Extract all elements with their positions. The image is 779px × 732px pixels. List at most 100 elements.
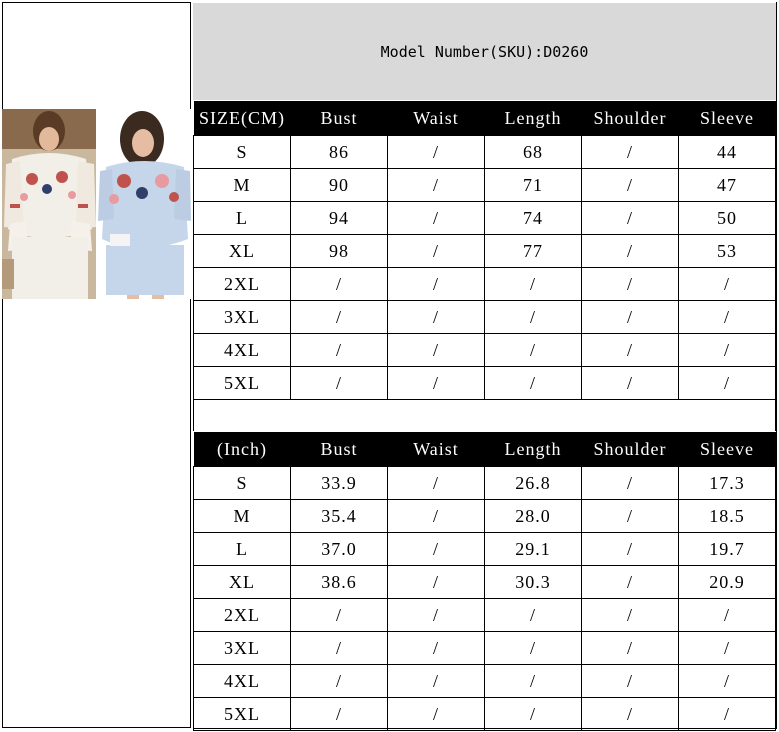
cell-shoulder: /	[581, 267, 679, 301]
cell-size: M	[193, 168, 291, 202]
cell-length: 77	[484, 234, 582, 268]
cell-waist: /	[387, 532, 485, 566]
cell-bust: 37.0	[290, 532, 388, 566]
cell-waist: /	[387, 598, 485, 632]
model-photo-blue-dress	[97, 109, 191, 299]
cell-waist: /	[387, 300, 485, 334]
cell-length: /	[484, 697, 582, 731]
size-table-inch: (Inch) Bust Waist Length Shoulder Sleeve…	[193, 432, 776, 731]
table-row: M 90/71/47	[193, 168, 776, 202]
cell-length: 68	[484, 135, 582, 169]
cell-size: 4XL	[193, 664, 291, 698]
cell-bust: 33.9	[290, 466, 388, 500]
model-photos	[2, 109, 191, 299]
table-row: 4XL / / / / /	[193, 333, 776, 367]
cell-size: 2XL	[193, 267, 291, 301]
cell-waist: /	[387, 664, 485, 698]
cell-shoulder: /	[581, 466, 679, 500]
cell-length: 74	[484, 201, 582, 235]
cell-size: XL	[193, 565, 291, 599]
cell-waist: /	[387, 499, 485, 533]
table-row: 5XL / / / / /	[193, 366, 776, 400]
cell-bust: /	[290, 697, 388, 731]
cell-waist: /	[387, 466, 485, 500]
table-header-row: (Inch) Bust Waist Length Shoulder Sleeve	[193, 432, 776, 467]
cell-shoulder: /	[581, 333, 679, 367]
cell-sleeve: 47	[678, 168, 776, 202]
cell-shoulder: /	[581, 532, 679, 566]
table-header-row: SIZE(CM) Bust Waist Length Shoulder Slee…	[193, 101, 776, 136]
cell-size: 5XL	[193, 366, 291, 400]
cell-sleeve: 19.7	[678, 532, 776, 566]
cell-size: 3XL	[193, 631, 291, 665]
column-header-shoulder: Shoulder	[581, 101, 679, 136]
table-row: 2XL / / / / /	[193, 267, 776, 301]
cell-sleeve: /	[678, 697, 776, 731]
table-row: 3XL / / / / /	[193, 631, 776, 665]
cell-sleeve: /	[678, 333, 776, 367]
table-row: XL 98/77/53	[193, 234, 776, 268]
cell-shoulder: /	[581, 201, 679, 235]
column-header-sleeve: Sleeve	[678, 432, 776, 467]
column-header-waist: Waist	[387, 432, 485, 467]
cell-waist: /	[387, 366, 485, 400]
cell-size: 4XL	[193, 333, 291, 367]
cell-waist: /	[387, 333, 485, 367]
cell-bust: 94	[290, 201, 388, 235]
cell-shoulder: /	[581, 234, 679, 268]
cell-sleeve: 20.9	[678, 565, 776, 599]
cell-waist: /	[387, 631, 485, 665]
cell-size: 3XL	[193, 300, 291, 334]
cell-waist: /	[387, 135, 485, 169]
model-photo-white-dress	[2, 109, 96, 299]
table-row: XL 38.6/30.3/20.9	[193, 565, 776, 599]
cell-shoulder: /	[581, 168, 679, 202]
cell-length: /	[484, 300, 582, 334]
cell-sleeve: 17.3	[678, 466, 776, 500]
column-header-size: (Inch)	[193, 432, 291, 467]
column-header-shoulder: Shoulder	[581, 432, 679, 467]
cell-length: 71	[484, 168, 582, 202]
cell-bust: /	[290, 631, 388, 665]
cell-sleeve: /	[678, 631, 776, 665]
cell-length: /	[484, 664, 582, 698]
cell-length: 26.8	[484, 466, 582, 500]
table-row: 3XL / / / / /	[193, 300, 776, 334]
cell-shoulder: /	[581, 598, 679, 632]
cell-bust: /	[290, 664, 388, 698]
cell-length: /	[484, 366, 582, 400]
cell-shoulder: /	[581, 499, 679, 533]
cell-shoulder: /	[581, 697, 679, 731]
cell-size: 5XL	[193, 697, 291, 731]
cell-size: M	[193, 499, 291, 533]
cell-length: /	[484, 598, 582, 632]
cell-length: /	[484, 333, 582, 367]
cell-shoulder: /	[581, 300, 679, 334]
cell-length: 30.3	[484, 565, 582, 599]
cell-bust: /	[290, 366, 388, 400]
cell-waist: /	[387, 267, 485, 301]
cell-waist: /	[387, 565, 485, 599]
cell-bust: /	[290, 598, 388, 632]
cell-waist: /	[387, 201, 485, 235]
cell-size: S	[193, 135, 291, 169]
cell-sleeve: 53	[678, 234, 776, 268]
cell-waist: /	[387, 697, 485, 731]
table-row: 4XL / / / / /	[193, 664, 776, 698]
size-table-cm: SIZE(CM) Bust Waist Length Shoulder Slee…	[193, 101, 776, 400]
cell-length: 28.0	[484, 499, 582, 533]
column-header-bust: Bust	[290, 101, 388, 136]
cell-sleeve: 50	[678, 201, 776, 235]
sku-header: Model Number(SKU):D0260	[193, 3, 776, 100]
cell-sleeve: 18.5	[678, 499, 776, 533]
table-row: S 33.9/26.8/17.3	[193, 466, 776, 500]
cell-bust: 90	[290, 168, 388, 202]
cell-size: XL	[193, 234, 291, 268]
cell-sleeve: /	[678, 300, 776, 334]
column-header-waist: Waist	[387, 101, 485, 136]
cell-shoulder: /	[581, 135, 679, 169]
cell-shoulder: /	[581, 565, 679, 599]
cell-shoulder: /	[581, 664, 679, 698]
table-row: 5XL / / / / /	[193, 697, 776, 731]
table-spacer	[193, 398, 776, 431]
